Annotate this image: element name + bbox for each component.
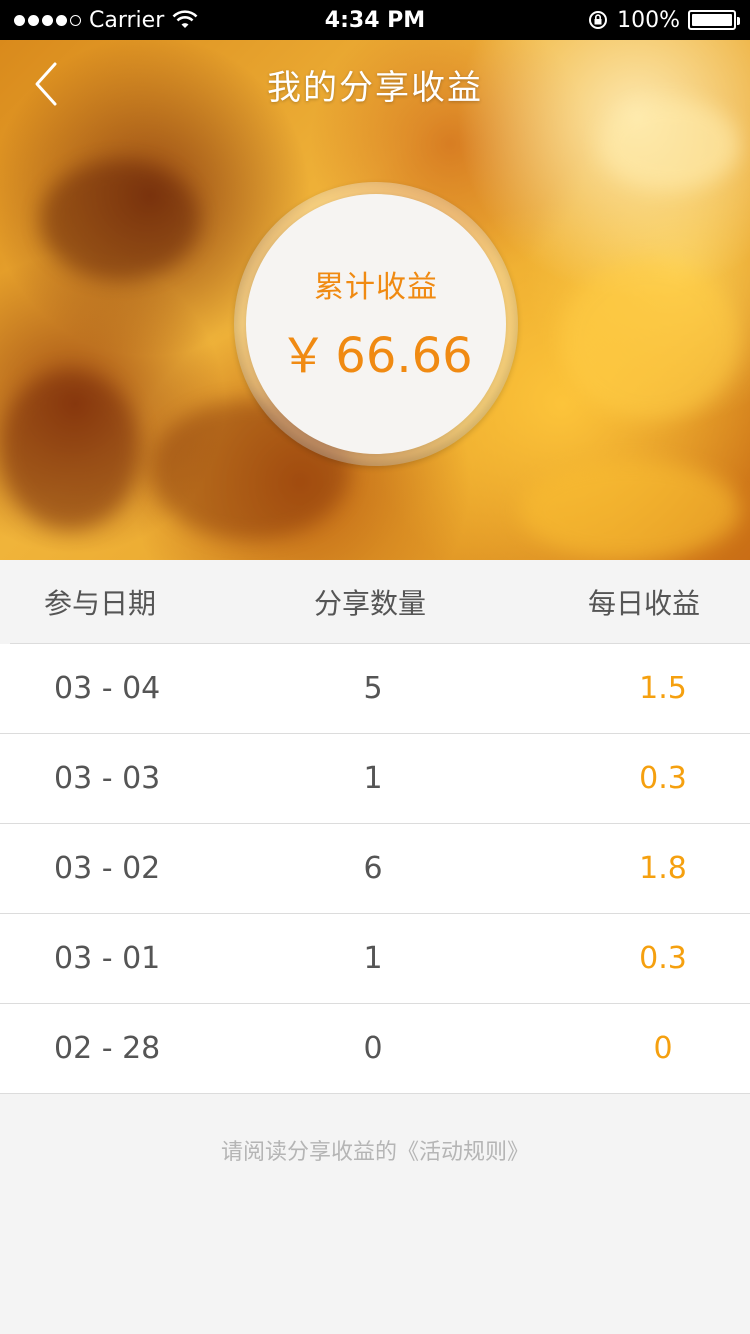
header-date: 参与日期 bbox=[44, 586, 157, 620]
row-count: 1 bbox=[363, 761, 383, 796]
table-row: 03 - 01 1 0.3 bbox=[0, 914, 750, 1004]
carrier-label: Carrier bbox=[89, 7, 165, 33]
hero-banner: 我的分享收益 累计收益 ￥ 66.66 bbox=[0, 40, 750, 560]
back-button[interactable] bbox=[16, 54, 76, 114]
row-date: 03 - 02 bbox=[54, 851, 161, 886]
currency-symbol: ￥ bbox=[279, 328, 328, 384]
row-date: 03 - 01 bbox=[54, 941, 161, 976]
row-date: 03 - 03 bbox=[54, 761, 161, 796]
table-row: 03 - 02 6 1.8 bbox=[0, 824, 750, 914]
status-bar: Carrier 4:34 PM 100% bbox=[0, 0, 750, 40]
nav-bar: 我的分享收益 bbox=[0, 40, 750, 128]
row-date: 02 - 28 bbox=[54, 1031, 161, 1066]
wifi-icon bbox=[172, 10, 198, 28]
row-count: 0 bbox=[363, 1031, 383, 1066]
activity-rules-link[interactable]: 请阅读分享收益的《活动规则》 bbox=[0, 1134, 750, 1166]
table-row: 02 - 28 0 0 bbox=[0, 1004, 750, 1094]
table-header: 参与日期 分享数量 每日收益 bbox=[10, 560, 750, 644]
row-daily: 1.8 bbox=[639, 851, 687, 886]
rotation-lock-icon bbox=[589, 11, 608, 29]
status-left: Carrier bbox=[14, 8, 198, 33]
row-daily: 0.3 bbox=[639, 941, 687, 976]
header-count: 分享数量 bbox=[313, 586, 426, 620]
earnings-amount: 66.66 bbox=[335, 328, 473, 384]
status-right: 100% bbox=[587, 7, 740, 33]
earnings-table: 参与日期 分享数量 每日收益 03 - 04 5 1.5 03 - 03 1 0… bbox=[0, 560, 750, 1094]
battery-percent: 100% bbox=[617, 7, 680, 33]
row-date: 03 - 04 bbox=[54, 671, 161, 706]
row-daily: 0 bbox=[653, 1031, 673, 1066]
row-count: 6 bbox=[363, 851, 383, 886]
earnings-summary: 累计收益 ￥ 66.66 bbox=[246, 194, 506, 454]
row-daily: 0.3 bbox=[639, 761, 687, 796]
earnings-label: 累计收益 bbox=[314, 270, 438, 305]
row-daily: 1.5 bbox=[639, 671, 687, 706]
page-title: 我的分享收益 bbox=[267, 67, 483, 108]
header-daily: 每日收益 bbox=[587, 586, 700, 620]
earnings-value: ￥ 66.66 bbox=[279, 316, 472, 386]
table-row: 03 - 03 1 0.3 bbox=[0, 734, 750, 824]
row-count: 5 bbox=[363, 671, 383, 706]
chevron-left-icon bbox=[35, 62, 57, 106]
table-row: 03 - 04 5 1.5 bbox=[0, 644, 750, 734]
battery-icon bbox=[688, 10, 740, 30]
signal-strength-icon bbox=[14, 14, 81, 26]
row-count: 1 bbox=[363, 941, 383, 976]
